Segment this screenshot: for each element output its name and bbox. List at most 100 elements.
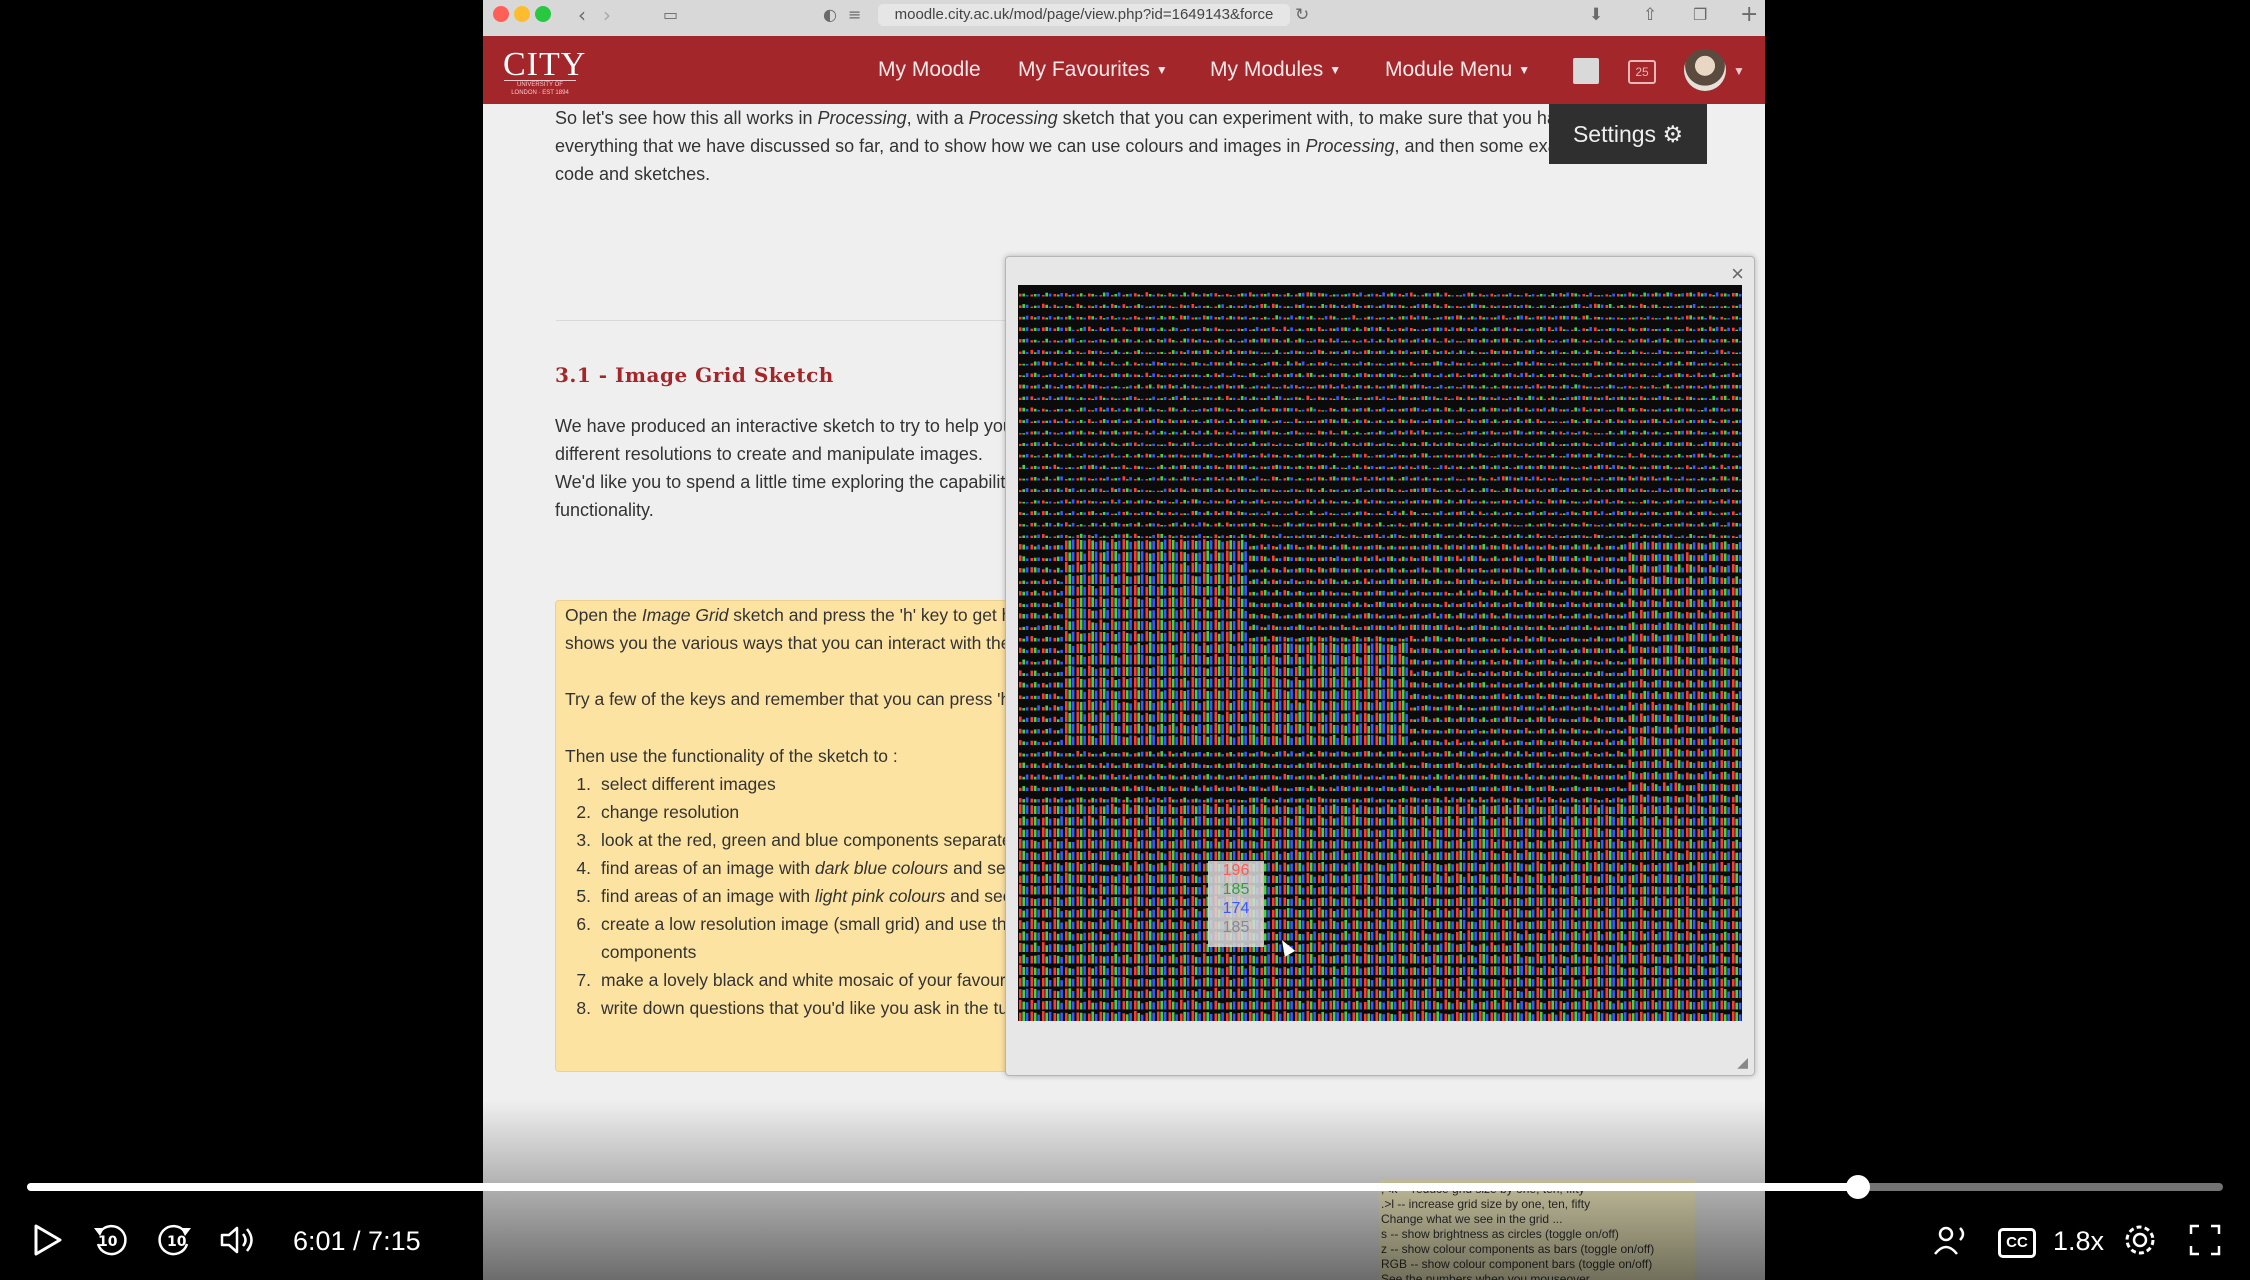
colour-component-bar: [1114, 410, 1117, 412]
messages-badge[interactable]: 25: [1628, 60, 1656, 84]
new-tab-icon[interactable]: +: [1740, 4, 1758, 26]
colour-component-bar: [1094, 562, 1098, 573]
colour-component-bar: [1341, 490, 1344, 492]
colour-component-bar: [1479, 352, 1482, 354]
square-icon[interactable]: [1573, 58, 1599, 84]
colour-component-bar: [1387, 455, 1390, 458]
colour-component-bar: [1221, 373, 1224, 377]
tabs-overview-icon[interactable]: ❐: [1693, 4, 1707, 26]
colour-component-bar: [1117, 329, 1121, 331]
colour-component-bar: [1551, 524, 1554, 527]
city-logo[interactable]: CITY: [503, 48, 586, 82]
colour-component-bar: [1033, 385, 1037, 389]
colour-component-bar: [1278, 340, 1282, 343]
colour-component-bar: [1347, 581, 1351, 584]
colour-component-bar: [1704, 455, 1707, 458]
nav-my-favourites[interactable]: My Favourites ▼: [1018, 58, 1168, 82]
colour-component-bar: [1083, 407, 1086, 412]
colour-component-bar: [1597, 479, 1600, 481]
image-grid-canvas[interactable]: 196 185 174 185: [1018, 285, 1742, 1021]
colour-component-bar: [1217, 396, 1221, 400]
colour-component-bar: [1554, 306, 1558, 308]
colour-component-bar: [1674, 386, 1678, 389]
forward-icon[interactable]: ›: [603, 4, 611, 26]
reload-icon[interactable]: ↻: [1295, 4, 1309, 26]
colour-component-bar: [1171, 489, 1175, 492]
colour-component-bar: [1171, 407, 1175, 412]
address-bar[interactable]: moodle.city.ac.uk/mod/page/view.php?id=1…: [878, 4, 1290, 26]
colour-component-bar: [1497, 327, 1500, 331]
chevron-down-icon[interactable]: ▼: [1733, 64, 1745, 78]
colour-component-bar: [1065, 316, 1068, 320]
colour-component-bar: [1209, 442, 1213, 446]
colour-component-bar: [1502, 467, 1505, 469]
colour-component-bar: [1033, 420, 1037, 423]
colour-component-bar: [1482, 327, 1485, 331]
colour-component-bar: [1605, 557, 1609, 561]
avatar[interactable]: [1684, 49, 1726, 91]
processing-sketch-window[interactable]: × 196 185 174 185 ◢: [1005, 256, 1755, 1076]
zoom-window-button[interactable]: [535, 6, 551, 22]
colour-component-bar: [1413, 534, 1416, 538]
colour-component-bar: [1079, 373, 1083, 377]
colour-component-bar: [1720, 374, 1724, 377]
colour-component-bar: [1709, 554, 1712, 561]
colour-component-bar: [1628, 419, 1632, 423]
colour-component-bar: [1272, 512, 1275, 515]
colour-component-bar: [1301, 398, 1305, 400]
colour-component-bar: [1709, 339, 1712, 343]
sidebar-icon[interactable]: ▭: [663, 4, 678, 26]
colour-component-bar: [1738, 352, 1742, 354]
colour-component-bar: [1221, 525, 1224, 527]
colour-component-bar: [1094, 385, 1098, 389]
colour-component-bar: [1490, 362, 1494, 366]
minimize-window-button[interactable]: [514, 6, 530, 22]
colour-component-bar: [1025, 315, 1029, 320]
colour-component-bar: [1295, 339, 1298, 343]
colour-component-bar: [1543, 488, 1546, 492]
colour-component-bar: [1451, 442, 1454, 446]
close-window-button[interactable]: [493, 6, 509, 22]
colour-component-bar: [1502, 315, 1505, 320]
colour-component-bar: [1640, 566, 1643, 573]
colour-component-bar: [1249, 569, 1252, 573]
colour-component-bar: [1341, 352, 1344, 354]
nav-my-modules[interactable]: My Modules ▼: [1210, 58, 1341, 82]
back-icon[interactable]: ‹: [578, 4, 586, 26]
share-icon[interactable]: ⇧: [1643, 4, 1657, 26]
colour-component-bar: [1651, 385, 1655, 389]
colour-component-bar: [1321, 465, 1324, 469]
colour-component-bar: [1738, 555, 1742, 561]
colour-component-bar: [1042, 361, 1045, 366]
reader-icon[interactable]: ≡: [848, 4, 861, 26]
colour-component-bar: [1715, 326, 1719, 331]
colour-component-bar: [1600, 454, 1604, 458]
colour-component-bar: [1378, 363, 1382, 366]
colour-component-bar: [1723, 384, 1727, 389]
colour-component-bar: [1214, 306, 1218, 308]
colour-component-bar: [1528, 431, 1531, 435]
privacy-shield-icon[interactable]: ◐: [823, 4, 837, 26]
colour-component-bar: [1513, 555, 1517, 561]
colour-component-bar: [1221, 408, 1224, 412]
colour-component-bar: [1421, 373, 1425, 377]
colour-component-bar: [1140, 305, 1144, 308]
colour-component-bar: [1474, 513, 1477, 515]
colour-component-bar: [1536, 500, 1540, 504]
colour-component-bar: [1439, 327, 1443, 331]
colour-component-bar: [1168, 574, 1172, 584]
colour-component-bar: [1424, 432, 1428, 435]
nav-my-moodle[interactable]: My Moodle: [878, 58, 981, 82]
colour-component-bar: [1283, 398, 1287, 400]
downloads-icon[interactable]: ⬇: [1589, 4, 1603, 26]
colour-component-bar: [1332, 476, 1336, 481]
nav-module-menu[interactable]: Module Menu ▼: [1385, 58, 1530, 82]
colour-component-bar: [1566, 478, 1569, 481]
colour-component-bar: [1620, 340, 1623, 343]
colour-component-bar: [1240, 340, 1244, 343]
close-icon[interactable]: ×: [1731, 263, 1744, 285]
colour-component-bar: [1493, 456, 1497, 458]
colour-component-bar: [1497, 465, 1500, 469]
colour-component-bar: [1240, 523, 1244, 527]
colour-component-bar: [1045, 544, 1048, 550]
